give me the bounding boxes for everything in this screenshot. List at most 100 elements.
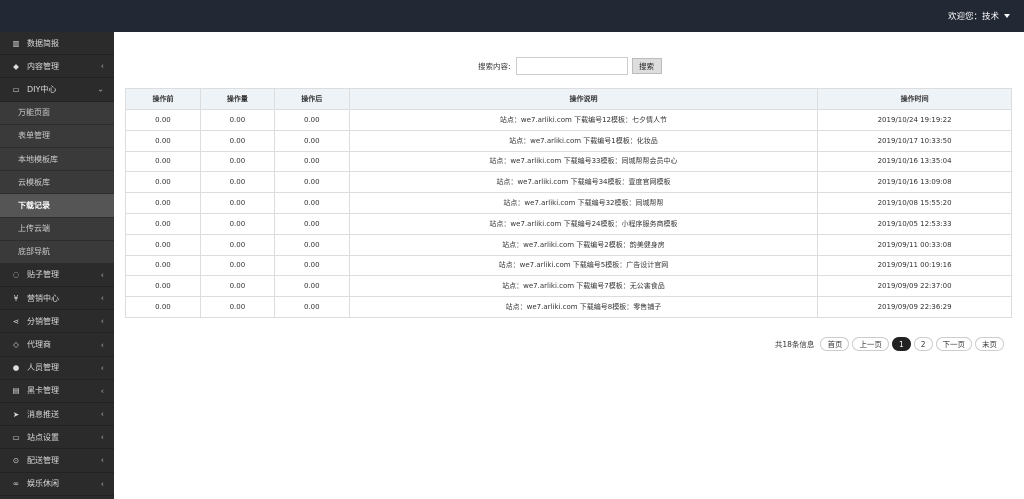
table-cell: 0.00 bbox=[273, 150, 350, 173]
chevron-left-icon: ‹ bbox=[100, 455, 104, 465]
sidebar-item-5[interactable]: ▤ 黑卡管理 ‹ bbox=[0, 380, 114, 403]
chevron-down-icon: ⌄ bbox=[97, 84, 104, 94]
comment-icon: ◌ bbox=[12, 270, 20, 280]
sidebar-item-label: 黑卡管理 bbox=[27, 386, 59, 396]
sidebar-item-2[interactable]: ▭ DIY中心 ⌄ bbox=[0, 78, 114, 102]
sidebar-item-label: 代理商 bbox=[27, 340, 51, 350]
last-page-button[interactable]: 末页 bbox=[975, 337, 1004, 351]
sidebar-subitem-6[interactable]: 底部导航 bbox=[0, 240, 114, 264]
table-cell: 站点：we7.arliki.com 下载编号7模板：无公害食品 bbox=[348, 275, 819, 298]
table-cell: 站点：we7.arliki.com 下载编号33模板：同城帮帮会员中心 bbox=[348, 150, 819, 173]
table-row: 0.00 0.00 0.00 站点：we7.arliki.com 下载编号8模板：零售… bbox=[125, 296, 1012, 318]
prev-page-button[interactable]: 上一页 bbox=[852, 337, 889, 351]
first-page-button[interactable]: 首页 bbox=[820, 337, 850, 351]
sidebar-subitem-1[interactable]: 表单管理 bbox=[0, 124, 114, 148]
table-cell: 0.00 bbox=[273, 109, 350, 131]
sidebar-item-2[interactable]: ⋖ 分销管理 ‹ bbox=[0, 310, 114, 334]
sidebar-item-label: 分销管理 bbox=[27, 316, 59, 326]
send-icon: ➤ bbox=[12, 409, 20, 419]
column-header: 操作前 bbox=[125, 88, 201, 110]
table-cell: 0.00 bbox=[125, 150, 201, 173]
table-cell: 0.00 bbox=[199, 109, 275, 131]
column-header: 操作时间 bbox=[817, 88, 1012, 110]
sidebar-item-1[interactable]: ¥ 营销中心 ‹ bbox=[0, 287, 114, 311]
sidebar-subitem-4[interactable]: 下载记录 bbox=[0, 194, 114, 218]
sidebar-item-label: 配送管理 bbox=[27, 455, 59, 465]
sidebar-item-9[interactable]: ∞ 娱乐休闲 ‹ bbox=[0, 473, 114, 496]
sidebar-item-8[interactable]: ⊙ 配送管理 ‹ bbox=[0, 449, 114, 473]
diamond-icon: ◇ bbox=[13, 340, 19, 350]
chevron-left-icon: ‹ bbox=[100, 386, 104, 396]
table-cell: 0.00 bbox=[199, 212, 275, 235]
motorcycle-icon: ⊙ bbox=[12, 455, 20, 465]
table-row: 0.00 0.00 0.00 站点：we7.arliki.com 下载编号34模板：壹… bbox=[125, 171, 1012, 194]
table-cell: 0.00 bbox=[125, 275, 201, 298]
table-cell: 站点：we7.arliki.com 下载编号34模板：壹度官网模板 bbox=[348, 171, 819, 194]
column-header: 操作量 bbox=[199, 88, 275, 110]
table-row: 0.00 0.00 0.00 站点：we7.arliki.com 下载编号7模板：无公… bbox=[125, 275, 1012, 298]
sidebar-item-0[interactable]: ◌ 贴子管理 ‹ bbox=[0, 264, 114, 288]
sidebar-subitem-3[interactable]: 云模板库 bbox=[0, 171, 114, 195]
sidebar-subitem-0[interactable]: 万能页面 bbox=[0, 101, 114, 125]
table-row: 0.00 0.00 0.00 站点：we7.arliki.com 下载编号12模板：七… bbox=[125, 109, 1012, 131]
welcome-text: 欢迎您：技术 bbox=[947, 12, 999, 22]
table-cell: 0.00 bbox=[273, 296, 350, 318]
sidebar-item-4[interactable]: ● 人员管理 ‹ bbox=[0, 357, 114, 380]
top-navbar: 欢迎您：技术 bbox=[0, 0, 1024, 32]
table-cell: 0.00 bbox=[125, 109, 201, 131]
sidebar-item-label: 内容管理 bbox=[27, 61, 59, 71]
table-cell: 0.00 bbox=[199, 129, 275, 152]
pagination-total: 共18条信息 bbox=[774, 339, 815, 349]
sidebar-item-3[interactable]: ◇ 代理商 ‹ bbox=[0, 333, 114, 357]
search-input[interactable] bbox=[515, 57, 628, 75]
sidebar-item-0[interactable]: ▥ 数据简报 bbox=[0, 32, 114, 56]
chevron-left-icon: ‹ bbox=[100, 293, 104, 303]
chevron-left-icon: ‹ bbox=[100, 479, 104, 489]
sidebar-subitem-5[interactable]: 上传云端 bbox=[0, 217, 114, 241]
sidebar-item-label: 消息推送 bbox=[27, 409, 59, 419]
sidebar-item-label: 贴子管理 bbox=[27, 270, 59, 280]
table-cell: 0.00 bbox=[273, 254, 350, 277]
sidebar-item-1[interactable]: ◆ 内容管理 ‹ bbox=[0, 55, 114, 79]
page-number-button[interactable]: 2 bbox=[913, 337, 933, 351]
table-cell: 2019/09/11 00:19:16 bbox=[817, 254, 1012, 277]
table-cell: 2019/10/16 13:35:04 bbox=[817, 150, 1012, 173]
sidebar-subitem-2[interactable]: 本地模板库 bbox=[0, 147, 114, 172]
column-header: 操作后 bbox=[273, 88, 350, 110]
sidebar-item-7[interactable]: ▭ 站点设置 ‹ bbox=[0, 426, 114, 450]
monitor-icon: ▭ bbox=[12, 84, 20, 94]
table-cell: 0.00 bbox=[199, 150, 275, 173]
sidebar-item-label: 人员管理 bbox=[27, 363, 59, 373]
table-cell: 站点：we7.arliki.com 下载编号24模板：小程序服务商模板 bbox=[348, 212, 819, 235]
next-page-button[interactable]: 下一页 bbox=[935, 337, 972, 351]
chevron-left-icon: ‹ bbox=[100, 316, 104, 326]
chevron-left-icon: ‹ bbox=[100, 270, 104, 280]
download-records-table: 操作前 操作量 操作后 操作说明 操作时间 0.00 0.00 0.00 站点：we7.arl… bbox=[125, 88, 1012, 318]
tag-icon: ◆ bbox=[13, 61, 19, 71]
page-number-button[interactable]: 1 bbox=[891, 337, 911, 351]
table-row: 0.00 0.00 0.00 站点：we7.arliki.com 下载编号5模板：广告… bbox=[125, 254, 1012, 277]
caret-down-icon bbox=[1004, 14, 1010, 18]
table-cell: 站点：we7.arliki.com 下载编号8模板：零售铺子 bbox=[348, 296, 819, 318]
table-cell: 0.00 bbox=[199, 254, 275, 277]
table-cell: 站点：we7.arliki.com 下载编号12模板：七夕情人节 bbox=[348, 109, 819, 131]
table-cell: 2019/09/11 00:33:08 bbox=[817, 233, 1012, 256]
table-cell: 站点：we7.arliki.com 下载编号32模板：同城帮帮 bbox=[348, 192, 819, 214]
sidebar-item-6[interactable]: ➤ 消息推送 ‹ bbox=[0, 403, 114, 427]
table-cell: 0.00 bbox=[125, 296, 201, 318]
table-cell: 0.00 bbox=[273, 129, 350, 152]
table-cell: 0.00 bbox=[273, 233, 350, 256]
page-numbers: 12 bbox=[891, 337, 933, 351]
table-cell: 0.00 bbox=[273, 171, 350, 194]
table-row: 0.00 0.00 0.00 站点：we7.arliki.com 下载编号32模板：同… bbox=[125, 192, 1012, 214]
search-button[interactable]: 搜索 bbox=[631, 58, 662, 74]
table-cell: 0.00 bbox=[273, 212, 350, 235]
user-menu[interactable]: 欢迎您：技术 bbox=[948, 10, 1010, 22]
table-cell: 0.00 bbox=[199, 233, 275, 256]
sidebar-item-label: 娱乐休闲 bbox=[27, 479, 59, 489]
table-cell: 站点：we7.arliki.com 下载编号5模板：广告设计官网 bbox=[348, 254, 819, 277]
sidebar-item-label: 数据简报 bbox=[27, 38, 59, 48]
chevron-left-icon: ‹ bbox=[100, 432, 104, 442]
search-label: 搜索内容: bbox=[478, 61, 511, 71]
table-row: 0.00 0.00 0.00 站点：we7.arliki.com 下载编号24模板：小… bbox=[125, 212, 1012, 235]
